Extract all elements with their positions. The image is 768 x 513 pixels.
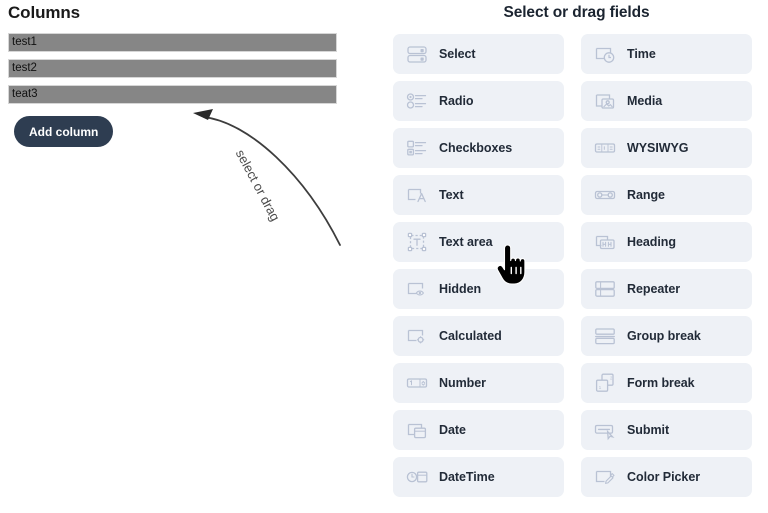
field-card-label: Radio — [439, 93, 474, 108]
column-row[interactable]: test1 — [8, 33, 337, 52]
field-card-label: Text — [439, 187, 464, 202]
field-card-label: Group break — [627, 328, 701, 343]
text-icon — [406, 184, 428, 206]
range-icon — [594, 184, 616, 206]
field-card-label: Heading — [627, 234, 676, 249]
field-card-text[interactable]: Text — [393, 175, 564, 215]
field-card-radio[interactable]: Radio — [393, 81, 564, 121]
fields-panel-title: Select or drag fields — [503, 4, 650, 21]
fields-grid: Select Time Radio Media Checkboxes WYSIW… — [393, 34, 752, 497]
svg-text:1: 1 — [599, 385, 602, 391]
column-row[interactable]: teat3 — [8, 85, 337, 104]
field-card-label: Checkboxes — [439, 140, 513, 155]
field-card-label: Text area — [439, 234, 493, 249]
field-card-range[interactable]: Range — [581, 175, 752, 215]
text-area-icon — [406, 231, 428, 253]
field-card-label: Hidden — [439, 281, 482, 296]
page-title: Columns — [8, 3, 81, 22]
heading-icon — [594, 231, 616, 253]
field-card-select[interactable]: Select — [393, 34, 564, 74]
field-card-label: Submit — [627, 422, 670, 437]
field-card-repeater[interactable]: Repeater — [581, 269, 752, 309]
field-card-group-break[interactable]: Group break — [581, 316, 752, 356]
repeater-icon — [594, 278, 616, 300]
field-card-label: DateTime — [439, 469, 495, 484]
field-card-color-picker[interactable]: Color Picker — [581, 457, 752, 497]
color-picker-icon — [594, 466, 616, 488]
field-card-time[interactable]: Time — [581, 34, 752, 74]
columns-panel: Columns test1 test2 teat3 Add column — [0, 0, 380, 513]
field-card-text-area[interactable]: Text area — [393, 222, 564, 262]
number-icon — [406, 372, 428, 394]
field-card-label: Media — [627, 93, 663, 108]
field-card-label: Time — [627, 46, 656, 61]
column-row-label: test1 — [12, 35, 37, 48]
field-card-submit[interactable]: Submit — [581, 410, 752, 450]
field-card-checkboxes[interactable]: Checkboxes — [393, 128, 564, 168]
field-card-form-break[interactable]: 2 1 Form break — [581, 363, 752, 403]
column-row[interactable]: test2 — [8, 59, 337, 78]
field-card-media[interactable]: Media — [581, 81, 752, 121]
form-break-icon: 2 1 — [594, 372, 616, 394]
field-card-date[interactable]: Date — [393, 410, 564, 450]
group-break-icon — [594, 325, 616, 347]
submit-icon — [594, 419, 616, 441]
radio-icon — [406, 90, 428, 112]
field-card-label: Date — [439, 422, 466, 437]
field-card-number[interactable]: Number — [393, 363, 564, 403]
field-card-label: Color Picker — [627, 469, 701, 484]
checkboxes-icon — [406, 137, 428, 159]
fields-panel: Select or drag fields Select Time Radio … — [385, 0, 768, 513]
date-icon — [406, 419, 428, 441]
field-card-label: Repeater — [627, 281, 681, 296]
select-icon — [406, 43, 428, 65]
field-card-label: Calculated — [439, 328, 502, 343]
field-card-heading[interactable]: Heading — [581, 222, 752, 262]
field-card-label: Select — [439, 46, 476, 61]
column-row-label: teat3 — [12, 87, 38, 100]
columns-list: test1 test2 teat3 — [8, 33, 337, 111]
wysiwyg-icon — [594, 137, 616, 159]
add-column-button[interactable]: Add column — [14, 116, 114, 147]
field-card-calculated[interactable]: Calculated — [393, 316, 564, 356]
time-icon — [594, 43, 616, 65]
field-card-label: WYSIWYG — [627, 140, 689, 155]
calculated-icon — [406, 325, 428, 347]
datetime-icon — [406, 466, 428, 488]
field-card-wysiwyg[interactable]: WYSIWYG — [581, 128, 752, 168]
field-card-label: Number — [439, 375, 486, 390]
form-builder-screen: Columns test1 test2 teat3 Add column sel… — [0, 0, 768, 513]
field-card-label: Form break — [627, 375, 695, 390]
field-card-datetime[interactable]: DateTime — [393, 457, 564, 497]
column-row-label: test2 — [12, 61, 37, 74]
field-card-hidden[interactable]: Hidden — [393, 269, 564, 309]
field-card-label: Range — [627, 187, 665, 202]
media-icon — [594, 90, 616, 112]
hidden-icon — [406, 278, 428, 300]
